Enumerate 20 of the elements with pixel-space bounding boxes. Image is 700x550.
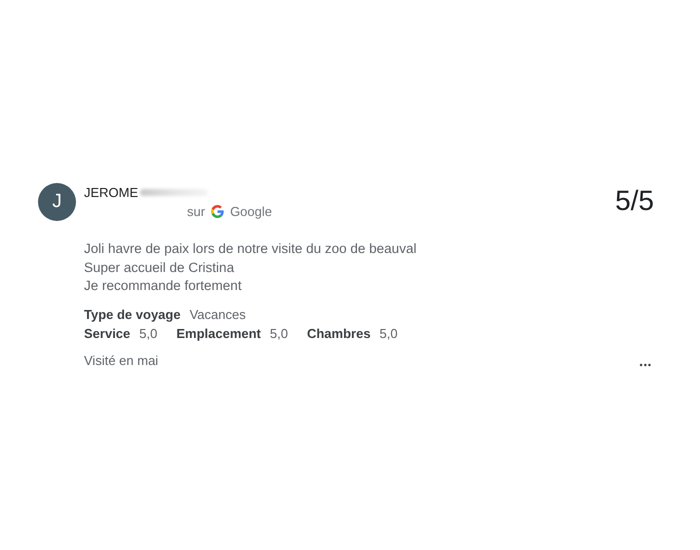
avatar: J: [38, 183, 76, 221]
g-logo-icon: [211, 205, 224, 218]
rating-value: 5,0: [270, 324, 288, 342]
trip-type-label: Type de voyage: [84, 306, 181, 324]
review-text-line: Joli havre de paix lors de notre visite du zoo de beauval: [84, 240, 418, 258]
rating-value: 5,0: [139, 324, 158, 342]
visit-date: Visité en mai: [84, 353, 158, 368]
author-name[interactable]: JEROME: [84, 185, 138, 200]
rating-label: Emplacement: [176, 324, 261, 342]
blurred-text: [140, 189, 208, 196]
review-score: 5/5: [615, 185, 654, 217]
trip-type-value: Vacances: [190, 306, 246, 324]
more-button[interactable]: •••: [640, 360, 652, 370]
source-name: Google: [230, 204, 272, 219]
source-prefix: sur: [187, 204, 206, 219]
rating-value: 5,0: [380, 324, 398, 342]
review-text-line: Je recommande fortement: [84, 277, 243, 295]
rating-label: Chambres: [306, 324, 371, 342]
review-text-line: Super accueil de Cristina: [84, 258, 236, 277]
rating-label: Service: [84, 324, 130, 342]
